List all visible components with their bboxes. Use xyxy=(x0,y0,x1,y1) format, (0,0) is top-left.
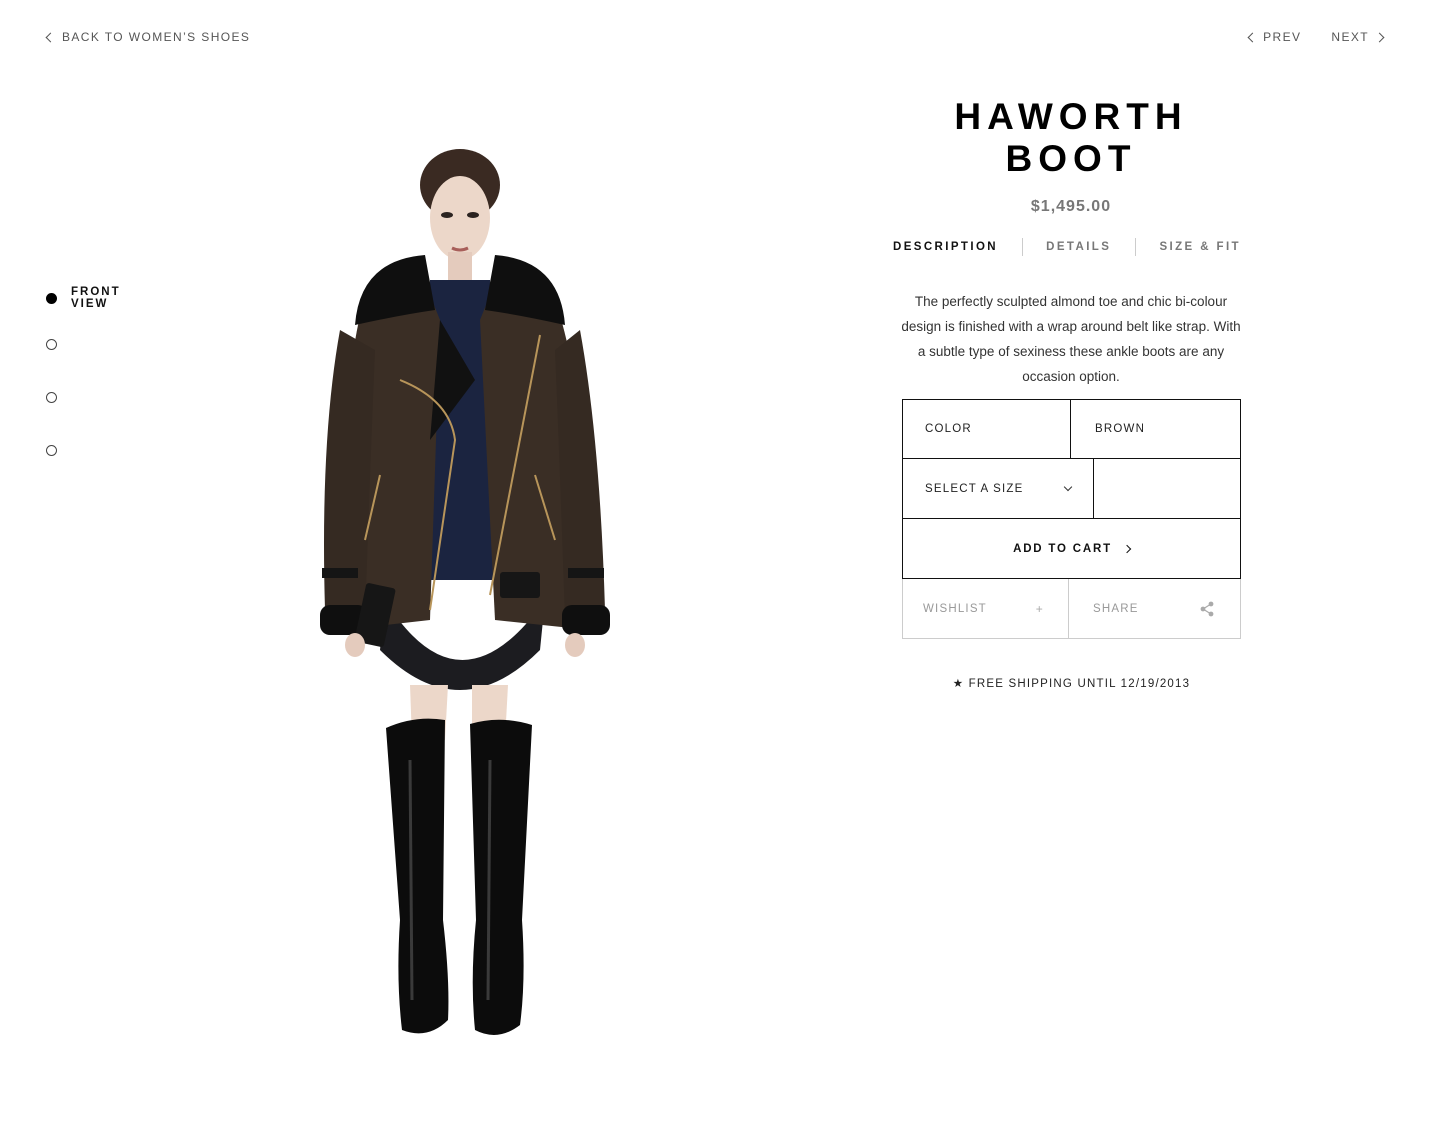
view-label: FRONT VIEW xyxy=(71,286,121,310)
add-to-cart-button[interactable]: ADD TO CART xyxy=(902,519,1241,579)
prev-label: PREV xyxy=(1263,30,1302,44)
back-link-label: BACK TO WOMEN’S SHOES xyxy=(62,30,251,44)
wishlist-button[interactable]: WISHLIST + xyxy=(902,579,1068,639)
size-select-label: SELECT A SIZE xyxy=(925,482,1024,495)
prev-link[interactable]: PREV xyxy=(1246,30,1301,44)
product-description: The perfectly sculpted almond toe and ch… xyxy=(901,294,1241,384)
tab-size-fit[interactable]: SIZE & FIT xyxy=(1159,241,1241,253)
free-shipping-note: ★ FREE SHIPPING UNTIL 12/19/2013 xyxy=(952,678,1191,690)
share-label: SHARE xyxy=(1093,602,1139,615)
size-select[interactable]: SELECT A SIZE xyxy=(902,459,1093,519)
chevron-left-icon xyxy=(1247,32,1258,42)
product-info: HAWORTH BOOT $1,495.00 DESCRIPTION DETAI… xyxy=(893,96,1249,389)
tab-description[interactable]: DESCRIPTION xyxy=(893,241,998,253)
color-row: COLOR BROWN xyxy=(902,399,1241,459)
secondary-actions: WISHLIST + SHARE xyxy=(902,579,1241,639)
next-link[interactable]: NEXT xyxy=(1331,30,1386,44)
share-icon xyxy=(1200,601,1214,616)
tab-details[interactable]: DETAILS xyxy=(1046,241,1111,253)
chevron-right-icon xyxy=(1374,32,1385,42)
view-dot xyxy=(46,339,57,350)
plus-icon: + xyxy=(1035,601,1044,616)
view-item-3[interactable] xyxy=(46,392,57,403)
view-dot xyxy=(46,392,57,403)
size-row: SELECT A SIZE xyxy=(902,459,1241,519)
product-image xyxy=(320,149,610,1035)
chevron-right-icon xyxy=(1122,544,1132,553)
back-link[interactable]: BACK TO WOMEN’S SHOES xyxy=(44,30,250,44)
color-label: COLOR xyxy=(902,399,1070,459)
pager: PREV NEXT xyxy=(1246,30,1386,44)
chevron-left-icon xyxy=(45,32,56,42)
tab-divider xyxy=(1134,238,1136,256)
view-item-2[interactable] xyxy=(46,339,57,350)
wishlist-label: WISHLIST xyxy=(923,602,987,615)
color-value: BROWN xyxy=(1070,399,1241,459)
add-to-cart-label: ADD TO CART xyxy=(1013,542,1112,555)
product-price: $1,495.00 xyxy=(1030,198,1112,215)
size-empty-cell xyxy=(1093,459,1241,519)
view-item-4[interactable] xyxy=(46,445,57,456)
view-dot xyxy=(46,445,57,456)
share-button[interactable]: SHARE xyxy=(1068,579,1241,639)
view-item-front[interactable]: FRONT VIEW xyxy=(46,286,121,310)
product-title: HAWORTH BOOT xyxy=(954,96,1188,179)
purchase-box: COLOR BROWN SELECT A SIZE ADD TO CART WI… xyxy=(902,399,1241,639)
view-dot-active xyxy=(46,292,57,304)
chevron-down-icon xyxy=(1063,482,1073,491)
tab-divider xyxy=(1021,238,1023,256)
product-tabs: DESCRIPTION DETAILS SIZE & FIT xyxy=(893,238,1241,256)
next-label: NEXT xyxy=(1331,30,1369,44)
